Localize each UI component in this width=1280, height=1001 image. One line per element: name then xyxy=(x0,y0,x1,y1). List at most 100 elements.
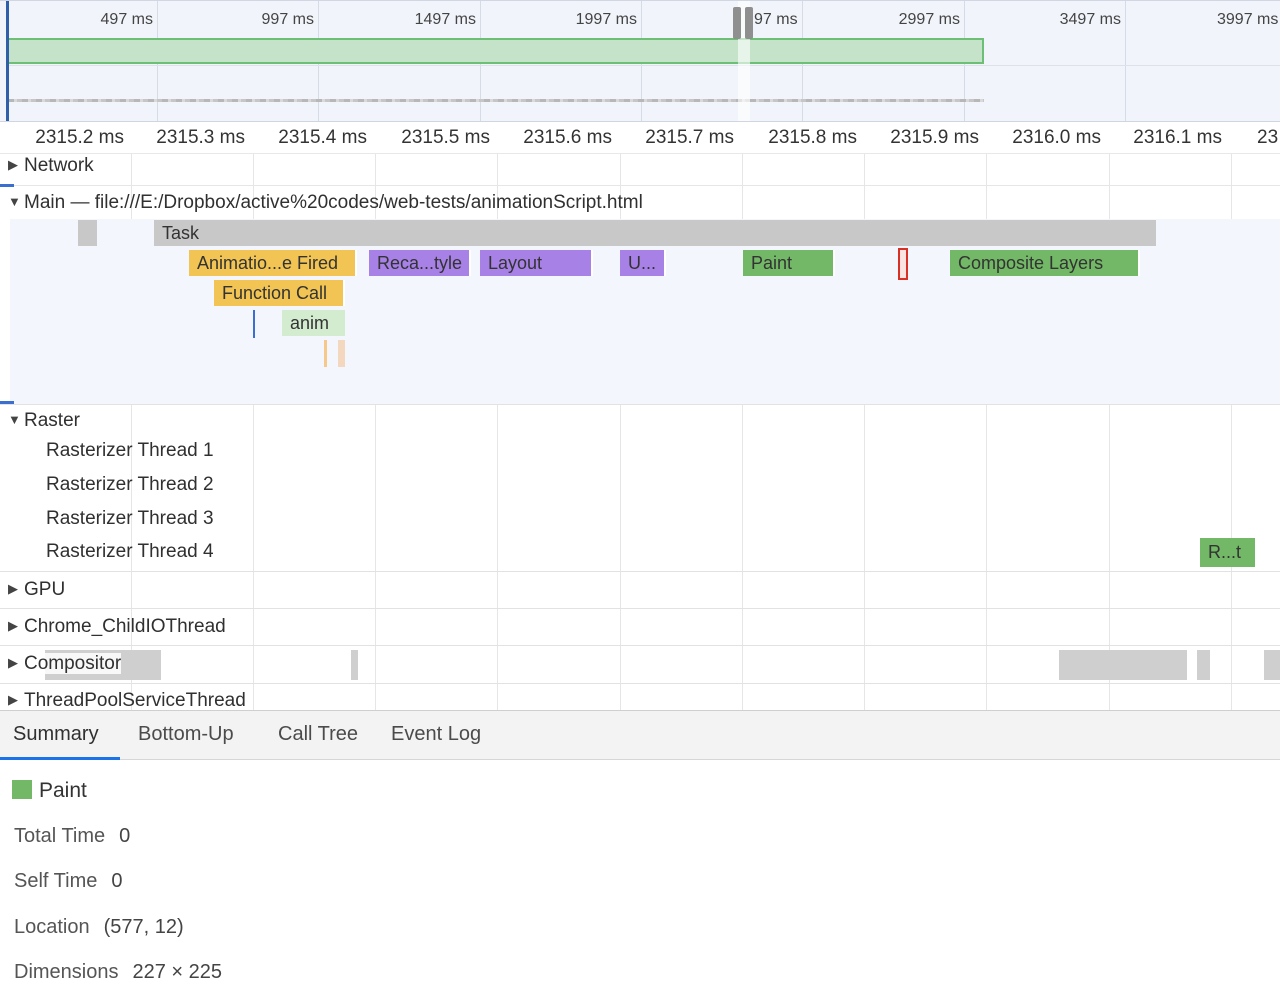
overview-tick-label: 97 ms xyxy=(754,11,798,28)
summary-value: (577, 12) xyxy=(103,916,184,938)
overview-tick-label: 497 ms xyxy=(100,11,153,28)
tiny-event-marker[interactable] xyxy=(253,310,255,338)
expand-arrow-icon[interactable]: ▶ xyxy=(8,692,24,708)
main-flame-chart[interactable] xyxy=(10,219,1280,404)
raster-thread-label[interactable]: Rasterizer Thread 4 xyxy=(46,541,214,563)
collapse-arrow-icon[interactable]: ▼ xyxy=(8,194,24,209)
ruler-tick-label: 2315.2 ms xyxy=(35,127,124,148)
expand-arrow-icon[interactable]: ▶ xyxy=(8,655,24,671)
track-divider xyxy=(0,404,1280,405)
track-divider xyxy=(0,608,1280,609)
tab-call-tree[interactable]: Call Tree xyxy=(278,723,358,746)
summary-value: 227 × 225 xyxy=(132,961,223,983)
expand-arrow-icon[interactable]: ▶ xyxy=(8,581,24,597)
compositor-event[interactable] xyxy=(1197,650,1210,680)
function-call-event[interactable]: Function Call xyxy=(214,280,345,306)
selected-paint-event[interactable] xyxy=(898,248,908,280)
tab-event-log[interactable]: Event Log xyxy=(391,723,481,746)
tab-bottom-up[interactable]: Bottom-Up xyxy=(138,723,234,746)
layout-label: Layout xyxy=(488,253,543,273)
network-track-header[interactable]: ▶ Network xyxy=(8,155,94,177)
raster-track-label: Raster xyxy=(24,410,80,431)
timeline-overview[interactable]: 497 ms 997 ms 1497 ms 1997 ms 97 ms 2997… xyxy=(0,0,1280,122)
track-divider xyxy=(0,683,1280,684)
ruler-tick-label: 23 xyxy=(1257,127,1279,148)
summary-row-dimensions: Dimensions 227 × 225 xyxy=(14,961,222,984)
layout-event[interactable]: Layout xyxy=(480,250,593,276)
track-divider xyxy=(0,571,1280,572)
task-event[interactable]: Task xyxy=(154,220,1156,246)
paint-category-swatch xyxy=(12,780,32,799)
raster-track-header[interactable]: ▼ Raster xyxy=(8,410,80,432)
task-event-small[interactable] xyxy=(78,220,97,246)
animation-frame-fired-label: Animatio...e Fired xyxy=(197,253,339,273)
expand-arrow-icon[interactable]: ▶ xyxy=(8,157,24,173)
animation-frame-fired-event[interactable]: Animatio...e Fired xyxy=(189,250,357,276)
handle-grip-right[interactable] xyxy=(745,7,753,39)
raster-thread-label[interactable]: Rasterizer Thread 2 xyxy=(46,474,214,496)
compositor-event[interactable] xyxy=(1059,650,1187,680)
tiny-event-marker[interactable] xyxy=(338,340,345,367)
summary-label: Dimensions xyxy=(14,961,119,983)
compositor-event[interactable] xyxy=(351,650,358,680)
update-layer-tree-event[interactable]: U... xyxy=(620,250,666,276)
expand-arrow-icon[interactable]: ▶ xyxy=(8,618,24,634)
rasterize-task-event[interactable]: R...t xyxy=(1200,538,1257,567)
overview-tick-label: 997 ms xyxy=(261,11,314,28)
details-tab-bar: Summary Bottom-Up Call Tree Event Log xyxy=(0,710,1280,760)
paint-event-label: Paint xyxy=(751,253,793,273)
ruler-tick-label: 2315.6 ms xyxy=(523,127,612,148)
compositor-event[interactable] xyxy=(1264,650,1280,680)
overview-tick-label: 1997 ms xyxy=(575,11,637,28)
summary-event-title: Paint xyxy=(39,779,87,802)
gpu-track-header[interactable]: ▶ GPU xyxy=(8,579,65,601)
ruler-tick-label: 2316.1 ms xyxy=(1133,127,1222,148)
overview-gridline xyxy=(1125,1,1126,121)
gridline xyxy=(1231,122,1232,712)
overview-tick-label: 1497 ms xyxy=(414,11,476,28)
summary-row-self-time: Self Time 0 xyxy=(14,870,122,893)
ruler-tick-label: 2315.9 ms xyxy=(890,127,979,148)
summary-label: Total Time xyxy=(14,825,106,847)
raster-thread-label[interactable]: Rasterizer Thread 1 xyxy=(46,440,214,462)
overview-window-handle[interactable] xyxy=(733,7,755,39)
collapse-arrow-icon[interactable]: ▼ xyxy=(8,412,24,427)
overview-activity-trace xyxy=(8,99,984,102)
gridline xyxy=(986,122,987,712)
composite-layers-event[interactable]: Composite Layers xyxy=(950,250,1140,276)
overview-divider xyxy=(8,65,1280,66)
compositor-track-label: Compositor xyxy=(24,653,122,674)
summary-row-location: Location (577, 12) xyxy=(14,916,184,939)
network-track-label: Network xyxy=(24,155,94,176)
time-ruler[interactable]: 2315.2 ms 2315.3 ms 2315.4 ms 2315.5 ms … xyxy=(0,122,1280,154)
raster-thread-label[interactable]: Rasterizer Thread 3 xyxy=(46,508,214,530)
recalculate-style-event[interactable]: Reca...tyle xyxy=(369,250,471,276)
paint-event[interactable]: Paint xyxy=(743,250,835,276)
overview-tick-label: 2997 ms xyxy=(898,11,960,28)
thread-pool-track-label: ThreadPoolServiceThread xyxy=(24,690,246,711)
main-track-header[interactable]: ▼ Main — file:///E:/Dropbox/active%20code… xyxy=(8,192,643,214)
ruler-tick-label: 2316.0 ms xyxy=(1012,127,1101,148)
tiny-event-marker[interactable] xyxy=(324,340,327,367)
overview-selection-edge[interactable] xyxy=(6,1,9,121)
ruler-tick-label: 2315.7 ms xyxy=(645,127,734,148)
child-io-track-header[interactable]: ▶ Chrome_ChildIOThread xyxy=(8,616,226,638)
network-track[interactable] xyxy=(0,154,1280,186)
gridline xyxy=(742,122,743,712)
tab-summary[interactable]: Summary xyxy=(13,723,99,746)
cpu-activity-bar xyxy=(8,38,984,64)
recalculate-style-label: Reca...tyle xyxy=(377,253,463,273)
handle-grip-left[interactable] xyxy=(733,7,741,39)
function-call-label: Function Call xyxy=(222,283,328,303)
summary-value: 0 xyxy=(119,825,131,847)
ruler-tick-label: 2315.5 ms xyxy=(401,127,490,148)
task-event-label: Task xyxy=(162,223,200,243)
overview-tick-label: 3497 ms xyxy=(1059,11,1121,28)
compositor-track-header[interactable]: ▶ Compositor xyxy=(8,653,122,675)
rasterize-task-label: R...t xyxy=(1208,542,1242,562)
anim-function-label: anim xyxy=(290,313,330,333)
anim-function-event[interactable]: anim xyxy=(282,310,345,336)
gridline xyxy=(864,122,865,712)
thread-pool-track-header[interactable]: ▶ ThreadPoolServiceThread xyxy=(8,690,246,712)
summary-row-total-time: Total Time 0 xyxy=(14,825,130,848)
